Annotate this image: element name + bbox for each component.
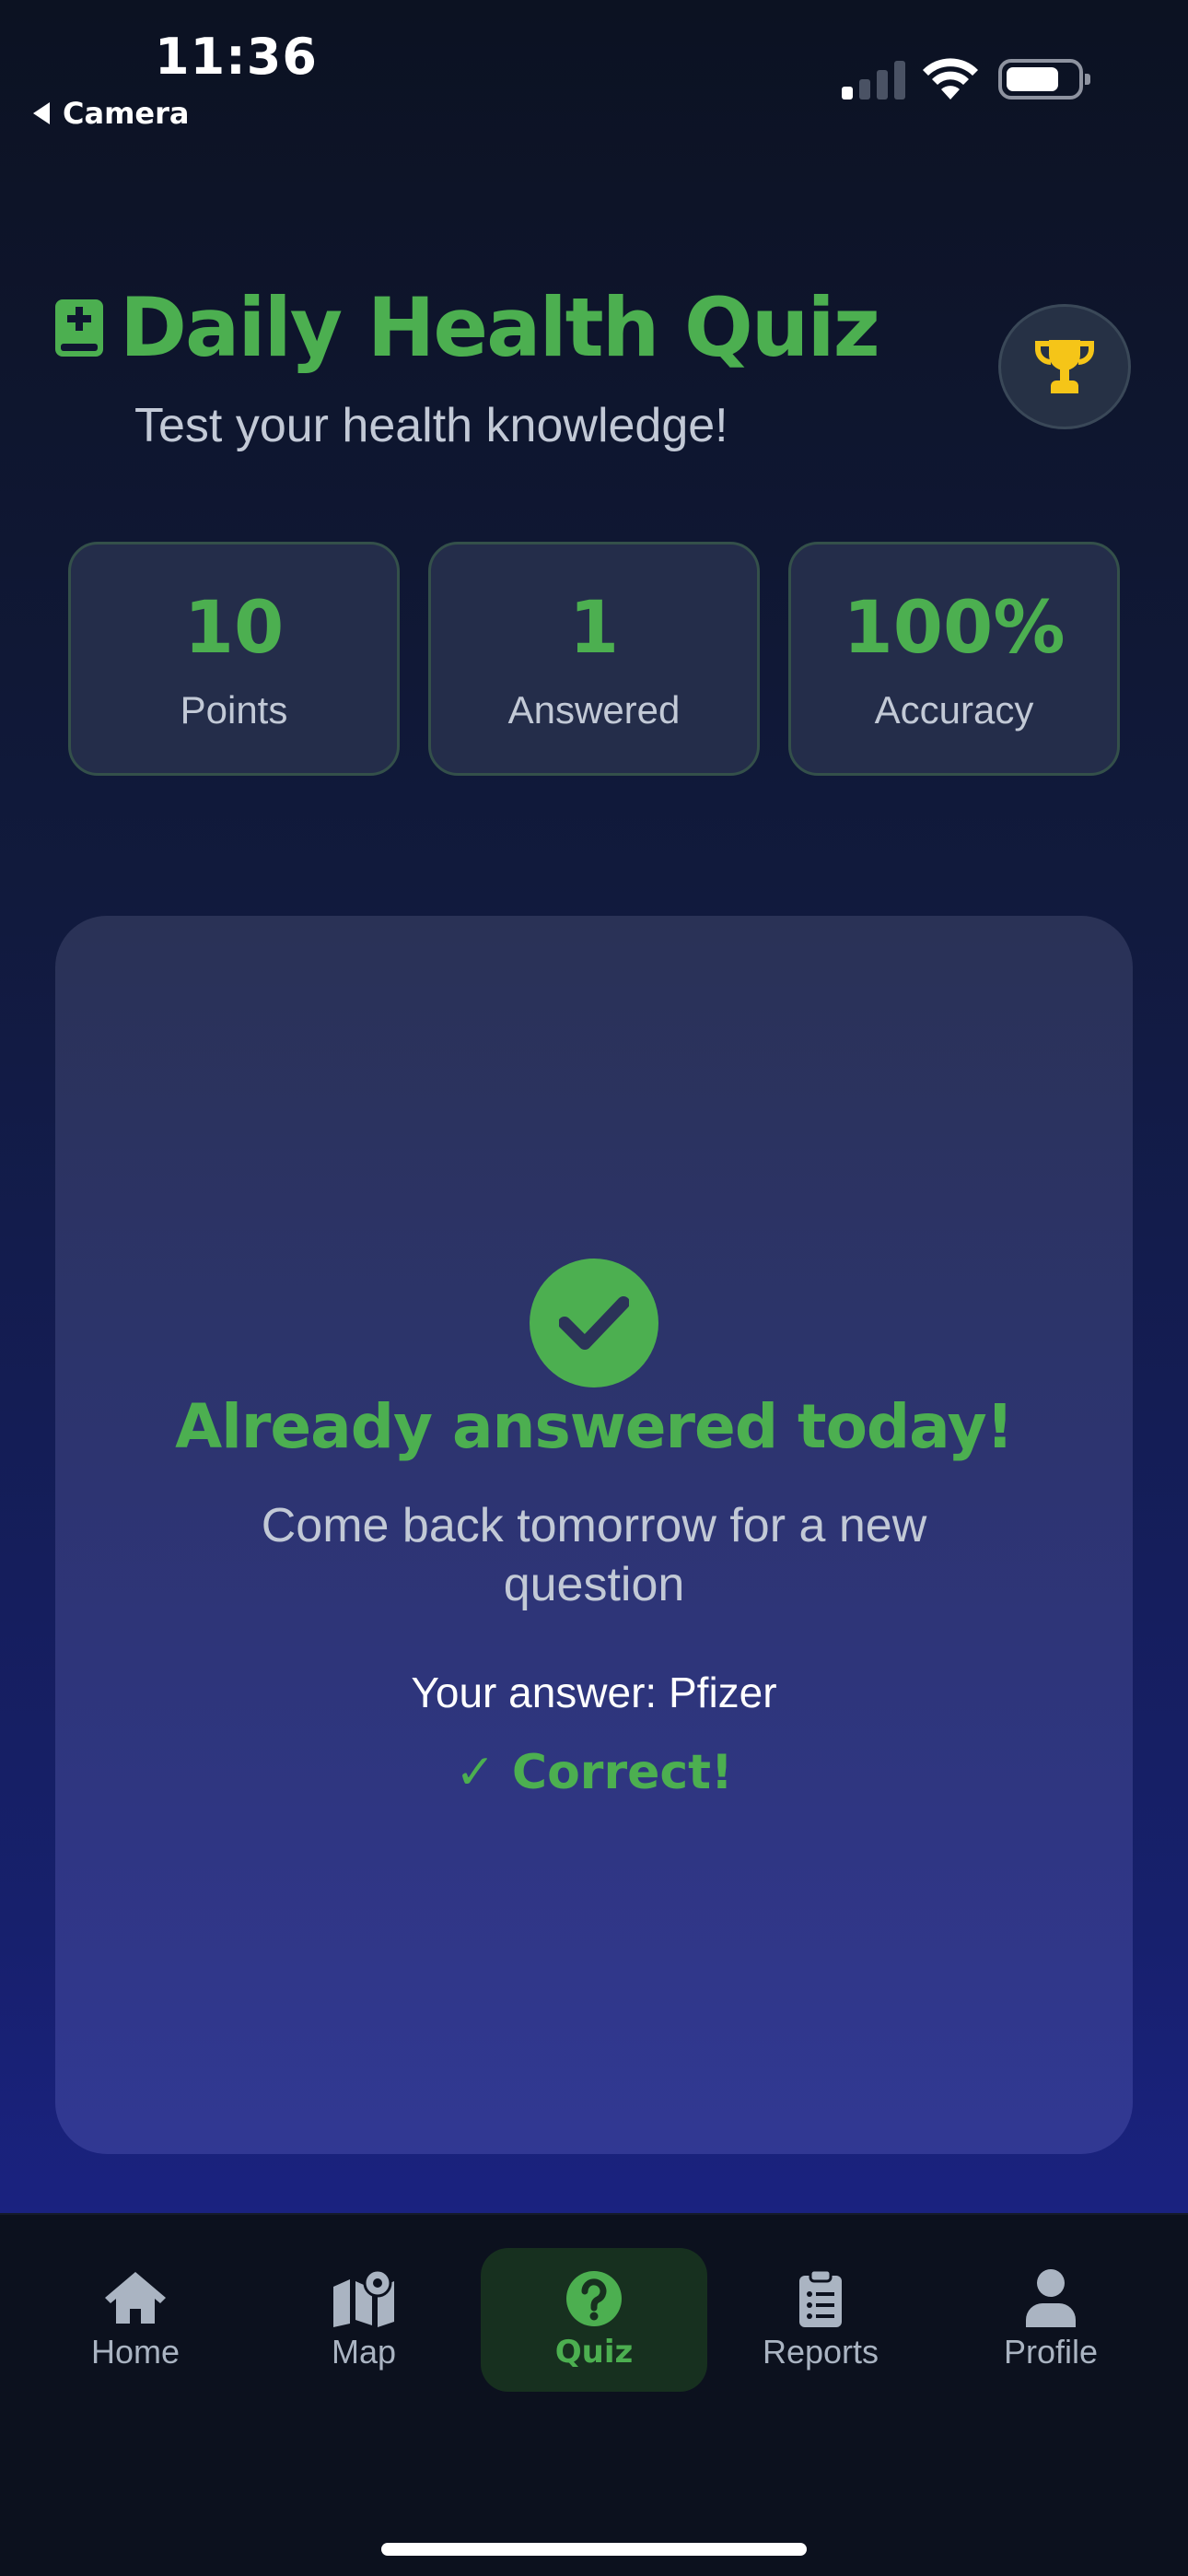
back-arrow-icon: [33, 102, 50, 124]
answered-card: Already answered today! Come back tomorr…: [55, 916, 1133, 2154]
your-answer-text: Your answer: Pfizer: [411, 1669, 777, 1716]
cellular-signal-icon: [842, 61, 906, 100]
back-app-label: Camera: [63, 96, 190, 131]
back-to-camera-link[interactable]: Camera: [33, 96, 190, 131]
tab-label: Home: [90, 2333, 181, 2371]
stat-label: Points: [180, 688, 288, 732]
page-title: Daily Health Quiz: [120, 280, 880, 375]
tab-label: Profile: [1003, 2333, 1099, 2371]
tab-quiz[interactable]: Quiz: [481, 2248, 707, 2392]
home-indicator[interactable]: [381, 2543, 807, 2556]
tab-map[interactable]: Map: [250, 2248, 477, 2392]
answered-title: Already answered today!: [175, 1391, 1014, 1462]
stat-card-answered: 1 Answered: [428, 542, 760, 776]
leaderboard-button[interactable]: [998, 304, 1131, 429]
answered-subtitle: Come back tomorrow for a new question: [261, 1499, 927, 1611]
clipboard-list-icon: [799, 2268, 842, 2327]
check-circle-icon: [530, 1259, 658, 1388]
stat-card-points: 10 Points: [68, 542, 400, 776]
user-icon: [1026, 2269, 1076, 2327]
stat-card-accuracy: 100% Accuracy: [788, 542, 1120, 776]
title-row: Daily Health Quiz: [53, 280, 880, 375]
map-icon: [333, 2268, 394, 2327]
tab-label: Reports: [762, 2333, 879, 2371]
stat-value: 10: [183, 587, 285, 670]
result-text: ✓ Correct!: [455, 1745, 733, 1800]
stat-label: Accuracy: [874, 688, 1034, 732]
trophy-icon: [1035, 340, 1094, 393]
question-circle-icon: [566, 2271, 622, 2326]
tab-home[interactable]: Home: [22, 2248, 249, 2392]
stats-row: 10 Points 1 Answered 100% Accuracy: [68, 542, 1120, 776]
stat-value: 1: [568, 587, 620, 670]
medical-book-icon: [55, 299, 103, 357]
stat-label: Answered: [507, 688, 681, 732]
status-time: 11:36: [155, 28, 318, 86]
tab-label: Map: [331, 2333, 397, 2371]
tab-reports[interactable]: Reports: [707, 2248, 934, 2392]
quiz-header: Daily Health Quiz Test your health knowl…: [0, 267, 1188, 470]
status-bar: 11:36 Camera: [0, 0, 1188, 147]
page-subtitle: Test your health knowledge!: [134, 399, 728, 452]
bottom-tab-bar: Home Map Quiz Reports Profile: [0, 2213, 1188, 2576]
tab-profile[interactable]: Profile: [938, 2248, 1164, 2392]
stat-value: 100%: [843, 587, 1066, 670]
tab-label: Quiz: [554, 2334, 634, 2371]
wifi-icon: [923, 58, 978, 100]
battery-icon: [998, 59, 1090, 100]
home-icon: [105, 2272, 166, 2324]
